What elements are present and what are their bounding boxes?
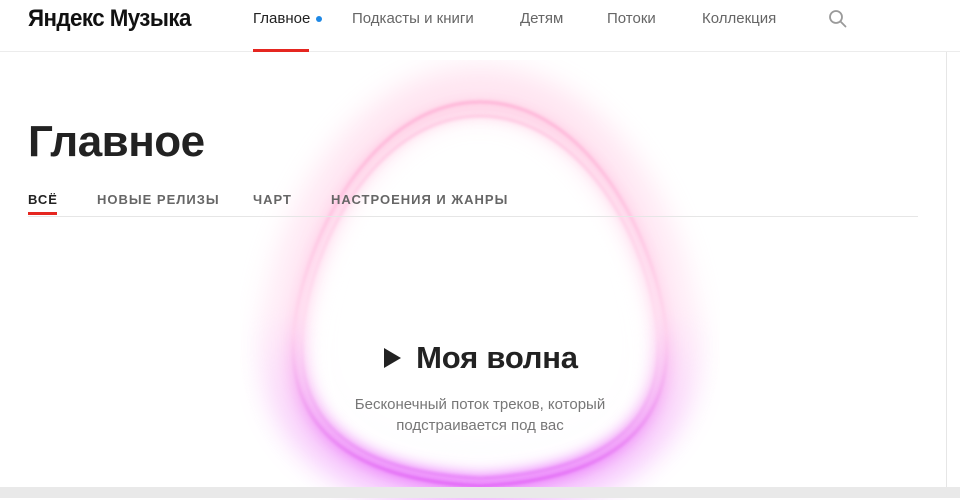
my-wave-block: Моя волна Бесконечный поток треков, кото… xyxy=(274,336,686,436)
nav-item-podcasts[interactable]: Подкасты и книги xyxy=(352,10,474,28)
content-right-border xyxy=(946,52,947,498)
play-icon xyxy=(382,347,402,369)
my-wave-description-line2: подстраивается под вас xyxy=(396,417,564,434)
my-wave-play-button[interactable]: Моя волна xyxy=(382,336,578,380)
my-wave-description: Бесконечный поток треков, который подстр… xyxy=(274,394,686,436)
nav-item-home[interactable]: Главное xyxy=(253,10,310,28)
search-icon[interactable] xyxy=(828,9,848,29)
tab-all[interactable]: ВСЁ xyxy=(28,192,58,208)
my-wave-description-line1: Бесконечный поток треков, который xyxy=(354,396,606,413)
nav-item-streams[interactable]: Потоки xyxy=(607,10,656,28)
main-nav: Главное Подкасты и книги Детям Потоки Ко… xyxy=(0,0,960,52)
bottom-bar xyxy=(0,487,960,498)
my-wave-title: Моя волна xyxy=(416,340,578,375)
nav-item-kids[interactable]: Детям xyxy=(520,10,563,28)
tabs-divider xyxy=(28,216,918,217)
top-header: Яндекс Музыка Главное Подкасты и книги Д… xyxy=(0,0,960,52)
content-tabs: ВСЁ НОВЫЕ РЕЛИЗЫ ЧАРТ НАСТРОЕНИЯ И ЖАНРЫ xyxy=(0,190,918,217)
tab-active-underline xyxy=(28,212,57,215)
tab-moods-genres[interactable]: НАСТРОЕНИЯ И ЖАНРЫ xyxy=(331,192,508,208)
tab-new-releases[interactable]: НОВЫЕ РЕЛИЗЫ xyxy=(97,192,220,208)
new-indicator-dot xyxy=(316,16,322,22)
page-title: Главное xyxy=(28,117,205,166)
nav-active-underline xyxy=(253,49,309,52)
tab-chart[interactable]: ЧАРТ xyxy=(253,192,292,208)
nav-item-collection[interactable]: Коллекция xyxy=(702,10,776,28)
